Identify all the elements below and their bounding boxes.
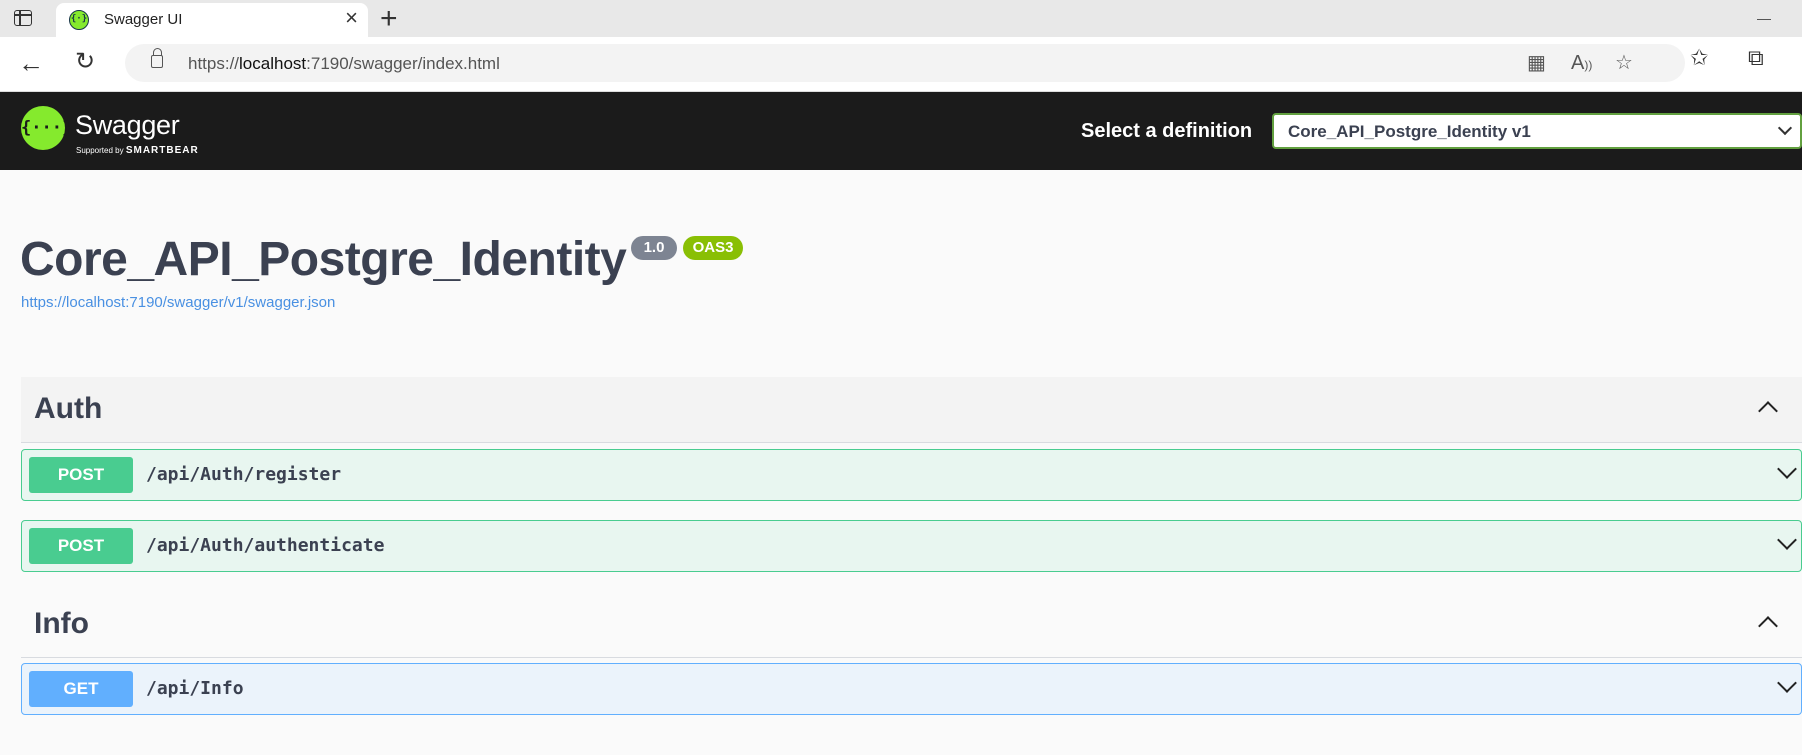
url-text[interactable]: https://localhost:7190/swagger/index.htm… <box>188 54 500 74</box>
new-tab-icon[interactable]: + <box>380 2 398 36</box>
chevron-up-icon[interactable] <box>1758 401 1778 421</box>
page-title: Core_API_Postgre_Identity <box>20 233 627 286</box>
app-available-icon[interactable]: ▦ <box>1527 51 1546 75</box>
tab-title: Swagger UI <box>104 11 183 28</box>
operation-authenticate[interactable]: POST /api/Auth/authenticate <box>21 520 1802 572</box>
tag-header-info[interactable]: Info <box>21 592 1802 658</box>
operation-path: /api/Auth/register <box>146 464 342 485</box>
chevron-down-icon[interactable] <box>1777 459 1797 479</box>
select-definition-label: Select a definition <box>1081 120 1253 142</box>
chevron-down-icon[interactable] <box>1777 530 1797 550</box>
address-bar[interactable]: https://localhost:7190/swagger/index.htm… <box>125 44 1685 82</box>
method-badge: POST <box>29 457 133 493</box>
read-aloud-icon[interactable]: A)) <box>1571 51 1592 77</box>
swagger-topbar: {···} Swagger Supported by SMARTBEAR Sel… <box>0 92 1802 170</box>
close-tab-icon[interactable]: × <box>345 6 358 30</box>
method-badge: GET <box>29 671 133 707</box>
back-arrow-icon[interactable]: ← <box>18 50 44 76</box>
tab-actions-icon[interactable] <box>14 10 32 26</box>
tag-header-auth[interactable]: Auth <box>21 377 1802 443</box>
tag-name: Auth <box>34 392 103 425</box>
minimize-window-icon[interactable] <box>1757 19 1771 20</box>
method-badge: POST <box>29 528 133 564</box>
add-favorite-icon[interactable]: ☆ <box>1615 51 1633 75</box>
favorites-icon[interactable]: ✩ <box>1690 46 1708 70</box>
chevron-down-icon <box>1777 120 1793 136</box>
operation-register[interactable]: POST /api/Auth/register <box>21 449 1802 501</box>
chevron-up-icon[interactable] <box>1758 616 1778 636</box>
supported-by-text: Supported by SMARTBEAR <box>76 145 199 156</box>
browser-tabstrip: {·} Swagger UI × + <box>0 0 1802 37</box>
browser-toolbar: ← ↻ https://localhost:7190/swagger/index… <box>0 37 1802 92</box>
reload-icon[interactable]: ↻ <box>75 48 95 76</box>
tag-name: Info <box>34 607 89 640</box>
oas-badge: OAS3 <box>683 236 743 260</box>
operation-path: /api/Info <box>146 678 244 699</box>
definition-select-value: Core_API_Postgre_Identity v1 <box>1288 122 1531 141</box>
version-badge: 1.0 <box>631 236 677 260</box>
collections-icon[interactable]: ⧉ <box>1748 46 1764 70</box>
spec-json-link[interactable]: https://localhost:7190/swagger/v1/swagge… <box>21 294 335 311</box>
chevron-down-icon[interactable] <box>1777 673 1797 693</box>
swagger-logo-text[interactable]: Swagger <box>75 110 180 141</box>
definition-select[interactable]: Core_API_Postgre_Identity v1 <box>1272 113 1802 149</box>
swagger-favicon-icon: {·} <box>69 10 89 30</box>
operation-info[interactable]: GET /api/Info <box>21 663 1802 715</box>
operation-path: /api/Auth/authenticate <box>146 535 385 556</box>
lock-icon[interactable] <box>151 48 163 68</box>
browser-tab[interactable]: {·} Swagger UI × <box>56 3 368 37</box>
swagger-logo-icon[interactable]: {···} <box>21 106 72 150</box>
